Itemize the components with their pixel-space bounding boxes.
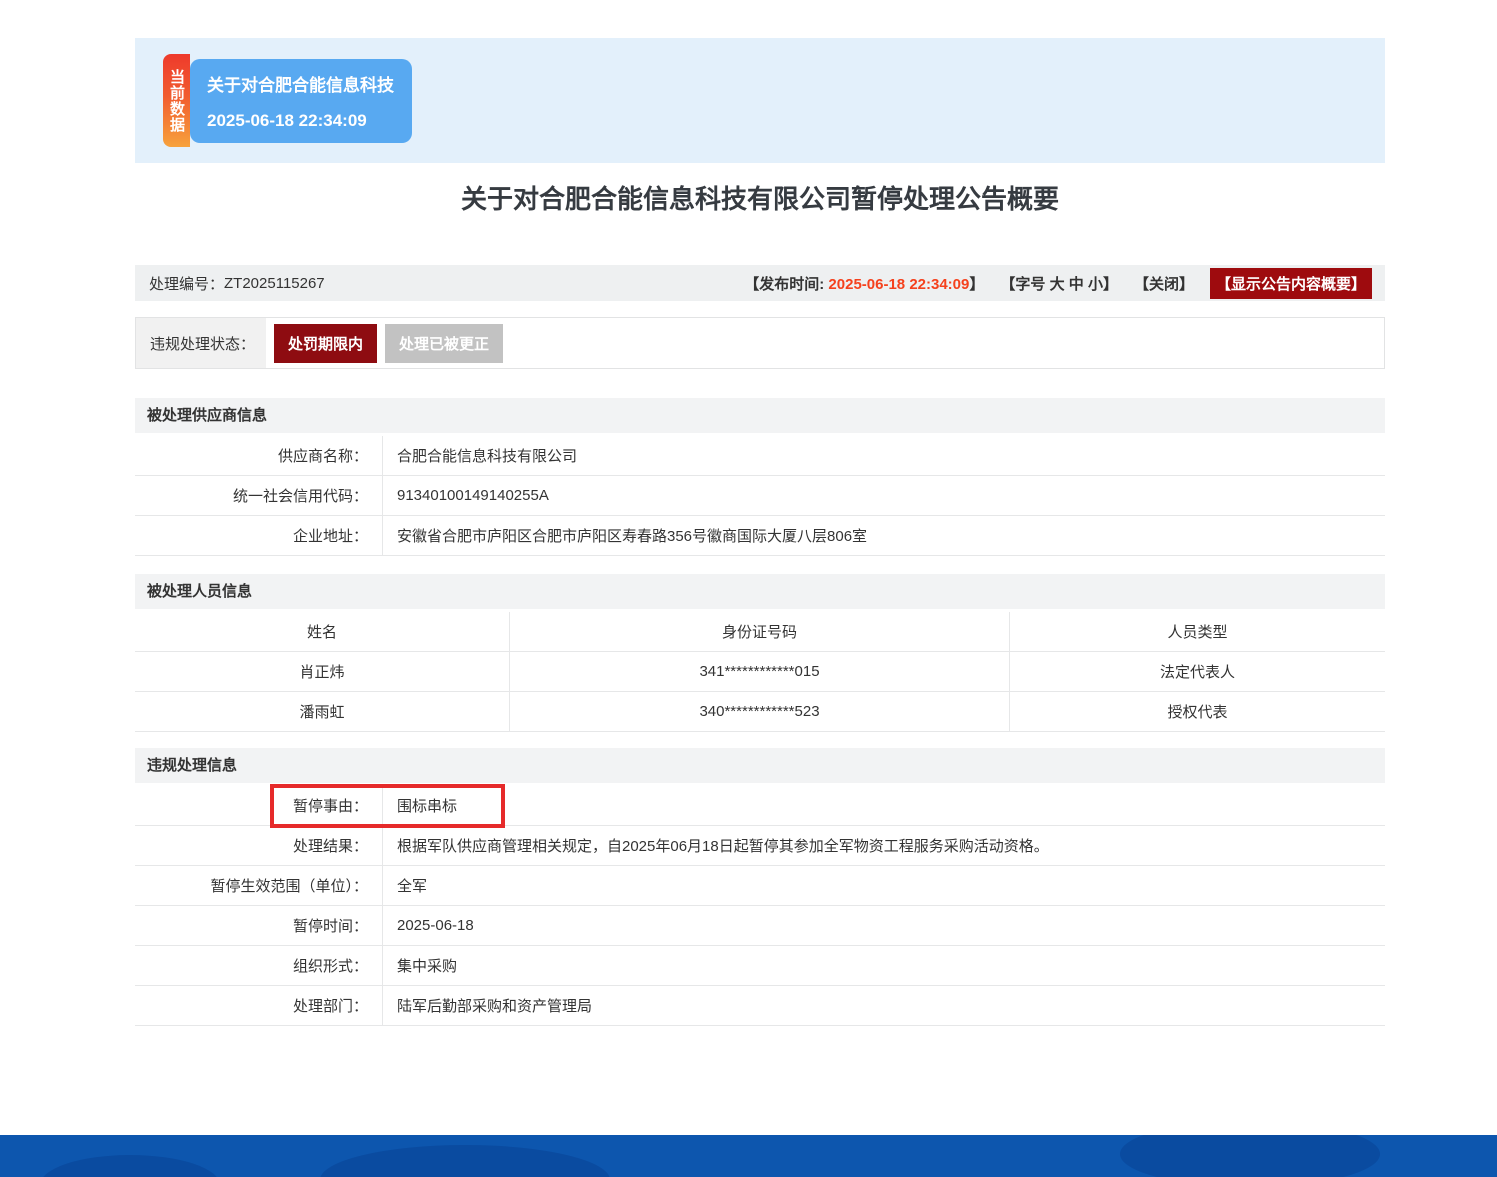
violation-status-buttons: 处罚期限内 处理已被更正	[266, 318, 504, 368]
person-name: 潘雨虹	[135, 692, 510, 731]
column-header-id-number: 身份证号码	[510, 612, 1010, 651]
violation-status-row: 违规处理状态： 处罚期限内 处理已被更正	[135, 317, 1385, 369]
header-strip: 当前数据 关于对合肥合能信息科技 2025-06-18 22:34:09	[135, 38, 1385, 163]
supplier-section-header: 被处理供应商信息	[135, 398, 1385, 433]
person-id-number: 341************015	[510, 652, 1010, 691]
personnel-header-row: 姓名 身份证号码 人员类型	[135, 612, 1385, 652]
font-size-large[interactable]: 大	[1050, 276, 1065, 293]
personnel-table: 姓名 身份证号码 人员类型 肖正炜 341************015 法定代…	[135, 612, 1385, 732]
info-bar-actions: 【发布时间: 2025-06-18 22:34:09】 【字号 大 中 小】 【…	[744, 267, 1372, 299]
credit-code-label: 统一社会信用代码：	[135, 476, 383, 515]
table-row: 统一社会信用代码： 91340100149140255A	[135, 476, 1385, 516]
current-data-box: 关于对合肥合能信息科技 2025-06-18 22:34:09	[190, 58, 412, 143]
suspension-reason-value: 围标串标	[397, 798, 458, 815]
supplier-name-label: 供应商名称：	[135, 436, 383, 475]
suspension-scope-label: 暂停生效范围（单位）：	[135, 866, 383, 905]
current-data-tab: 当前数据	[163, 54, 190, 147]
organization-form-label: 组织形式：	[135, 946, 383, 985]
status-in-penalty-period-button[interactable]: 处罚期限内	[274, 323, 378, 363]
personnel-section-header: 被处理人员信息	[135, 574, 1385, 609]
publish-time-value: 2025-06-18 22:34:09	[828, 275, 970, 293]
font-size-switcher: 【字号 大 中 小】	[1000, 273, 1118, 294]
footer-pattern	[1120, 1135, 1380, 1177]
credit-code-value: 91340100149140255A	[397, 487, 549, 504]
table-row-suspension-reason: 暂停事由： 围标串标	[135, 784, 1385, 828]
company-address-value: 安徽省合肥市庐阳区合肥市庐阳区寿春路356号徽商国际大厦八层806室	[397, 528, 868, 545]
handling-department-label: 处理部门：	[135, 986, 383, 1025]
column-header-name: 姓名	[135, 612, 510, 651]
info-bar: 处理编号： ZT2025115267 【发布时间: 2025-06-18 22:…	[135, 265, 1385, 301]
violation-section-header: 违规处理信息	[135, 748, 1385, 783]
person-id-number: 340************523	[510, 692, 1010, 731]
person-name: 肖正炜	[135, 652, 510, 691]
font-size-suffix: 】	[1102, 275, 1118, 293]
suspension-date-value: 2025-06-18	[397, 917, 474, 934]
page-title: 关于对合肥合能信息科技有限公司暂停处理公告概要	[460, 184, 1059, 214]
publish-time-prefix: 【发布时间:	[744, 275, 829, 293]
suspension-scope-value: 全军	[397, 878, 428, 895]
table-row: 处理结果： 根据军队供应商管理相关规定，自2025年06月18日起暂停其参加全军…	[135, 826, 1385, 866]
font-size-small[interactable]: 小	[1088, 276, 1103, 293]
table-row: 暂停时间： 2025-06-18	[135, 906, 1385, 946]
page-content: 当前数据 关于对合肥合能信息科技 2025-06-18 22:34:09 关于对…	[135, 38, 1385, 1026]
footer-pattern	[320, 1145, 610, 1177]
handling-department-value: 陆军后勤部采购和资产管理局	[397, 998, 593, 1015]
handling-result-label: 处理结果：	[135, 826, 383, 865]
current-data-badge: 当前数据 关于对合肥合能信息科技 2025-06-18 22:34:09	[163, 54, 412, 147]
process-number-value: ZT2025115267	[224, 274, 325, 292]
publish-time: 【发布时间: 2025-06-18 22:34:09】	[744, 273, 984, 294]
table-row: 供应商名称： 合肥合能信息科技有限公司	[135, 436, 1385, 476]
table-row: 组织形式： 集中采购	[135, 946, 1385, 986]
supplier-table: 供应商名称： 合肥合能信息科技有限公司 统一社会信用代码： 9134010014…	[135, 436, 1385, 556]
table-row: 肖正炜 341************015 法定代表人	[135, 652, 1385, 692]
process-number-label: 处理编号：	[149, 275, 225, 293]
person-type: 法定代表人	[1159, 664, 1235, 681]
violation-status-label: 违规处理状态：	[136, 318, 266, 368]
publish-time-suffix: 】	[969, 275, 985, 293]
table-row: 处理部门： 陆军后勤部采购和资产管理局	[135, 986, 1385, 1026]
handling-result-value: 根据军队供应商管理相关规定，自2025年06月18日起暂停其参加全军物资工程服务…	[397, 838, 1049, 855]
organization-form-value: 集中采购	[397, 958, 458, 975]
supplier-name-value: 合肥合能信息科技有限公司	[397, 448, 578, 465]
person-type: 授权代表	[1167, 704, 1228, 721]
status-corrected-button[interactable]: 处理已被更正	[385, 323, 504, 363]
font-size-prefix: 【字号	[1000, 275, 1050, 293]
column-header-person-type: 人员类型	[1167, 624, 1228, 641]
badge-notice-datetime: 2025-06-18 22:34:09	[207, 110, 367, 130]
violation-table: 暂停事由： 围标串标 处理结果： 根据军队供应商管理相关规定，自2025年06月…	[135, 784, 1385, 1026]
footer-band	[0, 1135, 1497, 1177]
table-row: 潘雨虹 340************523 授权代表	[135, 692, 1385, 732]
table-row: 暂停生效范围（单位）： 全军	[135, 866, 1385, 906]
table-row: 企业地址： 安徽省合肥市庐阳区合肥市庐阳区寿春路356号徽商国际大厦八层806室	[135, 516, 1385, 556]
footer-pattern	[40, 1155, 220, 1177]
show-summary-button[interactable]: 【显示公告内容概要】	[1209, 267, 1372, 299]
close-button[interactable]: 【关闭】	[1134, 273, 1194, 294]
process-number: 处理编号： ZT2025115267	[149, 273, 325, 294]
suspension-reason-label: 暂停事由：	[135, 786, 383, 825]
font-size-medium[interactable]: 中	[1069, 276, 1084, 293]
badge-notice-title: 关于对合肥合能信息科技	[207, 75, 394, 95]
suspension-date-label: 暂停时间：	[135, 906, 383, 945]
company-address-label: 企业地址：	[135, 516, 383, 555]
